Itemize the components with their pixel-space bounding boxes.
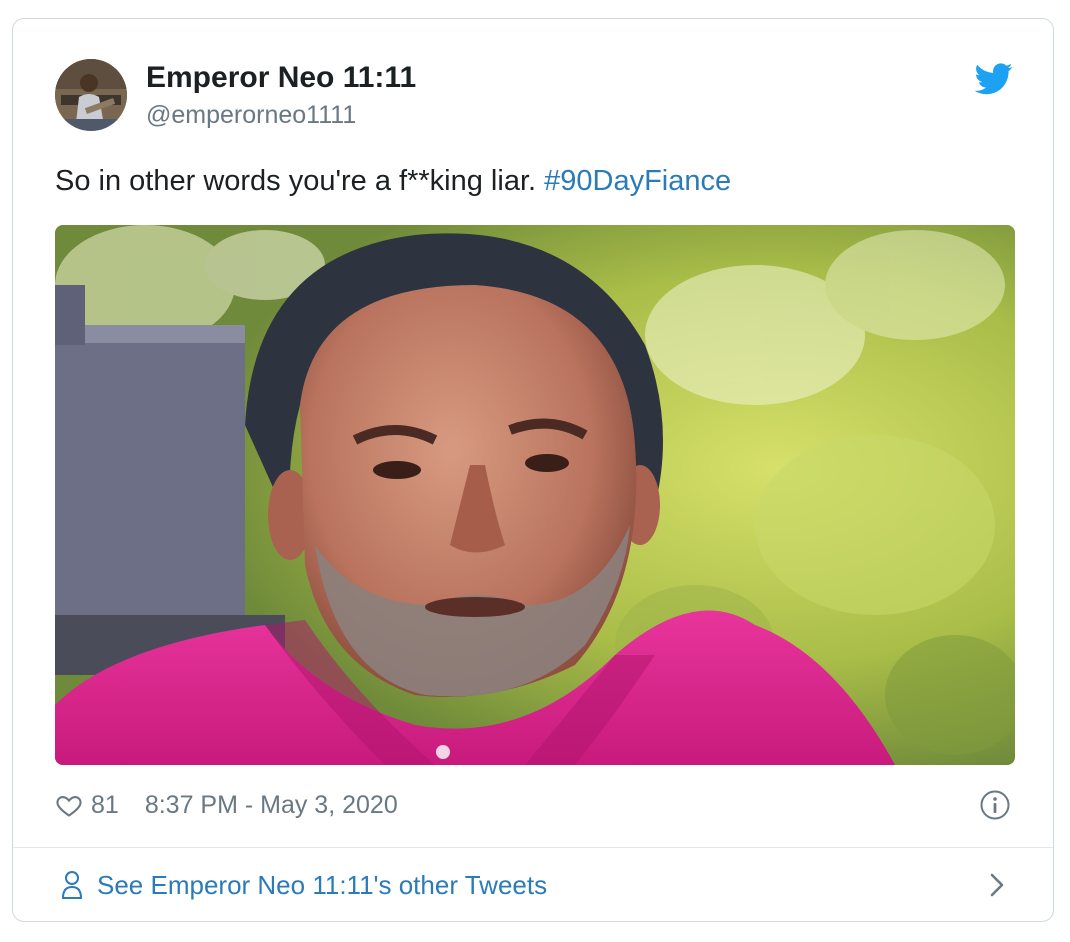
avatar[interactable] [55, 59, 127, 131]
twitter-bird-icon[interactable] [975, 63, 1013, 95]
info-icon[interactable] [979, 789, 1011, 821]
see-other-tweets-label[interactable]: See Emperor Neo 11:11's other Tweets [97, 870, 547, 901]
tweet-meta: 81 8:37 PM - May 3, 2020 [55, 789, 398, 821]
tweet-text: So in other words you're a f**king liar.… [55, 165, 731, 198]
author-handle[interactable]: @emperorneo1111 [146, 101, 356, 130]
hashtag-link[interactable]: #90DayFiance [544, 165, 731, 197]
tweet-media-photo[interactable] [55, 225, 1015, 765]
like-count[interactable]: 81 [91, 791, 119, 820]
see-other-tweets-link[interactable]: See Emperor Neo 11:11's other Tweets [13, 848, 1053, 922]
heart-icon[interactable] [55, 791, 83, 819]
tweet-timestamp[interactable]: 8:37 PM - May 3, 2020 [145, 791, 398, 820]
chevron-right-icon[interactable] [989, 872, 1005, 898]
avatar-image [55, 59, 127, 131]
tweet-photo [55, 225, 1015, 765]
author-display-name[interactable]: Emperor Neo 11:11 [146, 61, 416, 95]
person-icon [61, 871, 83, 899]
embedded-tweet-card: Emperor Neo 11:11 @emperorneo1111 So in … [12, 18, 1054, 922]
tweet-body: So in other words you're a f**king liar. [55, 165, 537, 197]
